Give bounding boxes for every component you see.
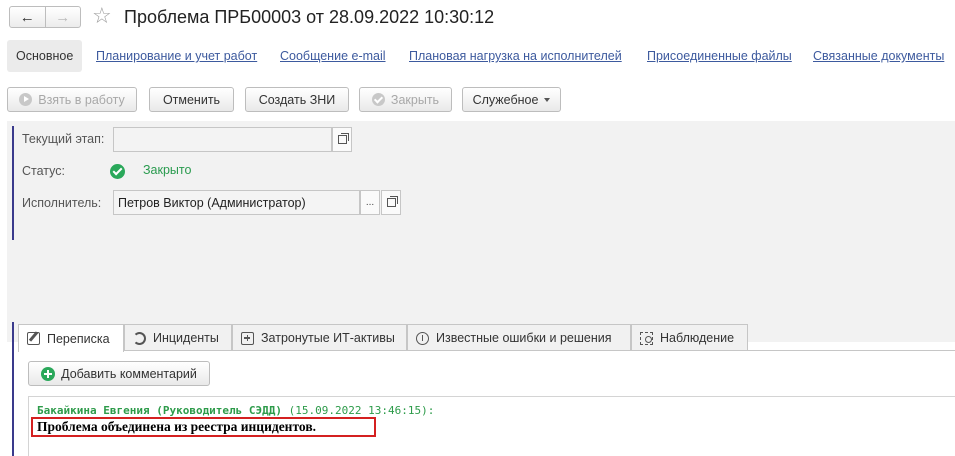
status-check-icon	[110, 164, 125, 179]
cycle-icon	[133, 331, 146, 345]
status-label: Статус:	[22, 164, 65, 178]
take-to-work-button[interactable]: Взять в работу	[7, 87, 137, 112]
forward-arrow-icon[interactable]: →	[46, 7, 81, 27]
favorite-star-icon[interactable]: ☆	[92, 4, 112, 28]
form-tabs: Основное Планирование и учет работ Сообщ…	[7, 40, 955, 72]
open-icon	[337, 133, 349, 144]
edit-icon	[27, 332, 40, 345]
tab-observation[interactable]: Наблюдение	[631, 324, 748, 351]
open-icon	[386, 196, 398, 207]
assignee-field[interactable]: Петров Виктор (Администратор)	[113, 190, 360, 215]
take-to-work-label: Взять в работу	[38, 92, 125, 107]
tab-email-message[interactable]: Сообщение e-mail	[280, 49, 386, 63]
assignee-open-button[interactable]	[381, 190, 401, 215]
status-value: Закрыто	[143, 163, 192, 177]
form-group-accent	[12, 126, 14, 240]
create-zni-button[interactable]: Создать ЗНИ	[245, 87, 349, 112]
add-comment-label: Добавить комментарий	[61, 366, 197, 381]
tab-planned-load[interactable]: Плановая нагрузка на исполнителей	[409, 49, 622, 63]
close-button[interactable]: Закрыть	[359, 87, 452, 112]
tab-observation-label: Наблюдение	[660, 331, 735, 345]
tab-correspondence-label: Переписка	[47, 331, 110, 346]
plus-box-icon	[241, 331, 254, 345]
observation-icon	[640, 331, 653, 345]
service-menu-button[interactable]: Служебное	[462, 87, 561, 112]
tab-affected-it-assets-label: Затронутые ИТ-активы	[261, 331, 395, 345]
comment-date: (15.09.2022 13:46:15):	[288, 404, 435, 417]
play-icon	[19, 93, 33, 106]
tabs-divider	[124, 350, 955, 351]
tab-correspondence[interactable]: Переписка	[18, 324, 124, 352]
stage-open-button[interactable]	[332, 127, 352, 152]
tab-known-errors[interactable]: Известные ошибки и решения	[407, 324, 631, 351]
check-icon	[371, 93, 385, 106]
tab-known-errors-label: Известные ошибки и решения	[436, 331, 612, 345]
add-icon	[41, 366, 56, 381]
tab-related-documents[interactable]: Связанные документы	[813, 49, 944, 63]
page-title: Проблема ПРБ00003 от 28.09.2022 10:30:12	[124, 7, 495, 27]
assignee-label: Исполнитель:	[22, 196, 102, 210]
comment-author: Бакайкина Евгения (Руководитель СЭДД)	[37, 404, 283, 417]
add-comment-button[interactable]: Добавить комментарий	[28, 361, 210, 386]
close-label: Закрыть	[390, 92, 440, 107]
form-panel	[7, 121, 955, 342]
info-icon	[416, 331, 429, 345]
stage-label: Текущий этап:	[22, 132, 105, 146]
cancel-button[interactable]: Отменить	[149, 87, 234, 112]
comment-header: Бакайкина Евгения (Руководитель СЭДД) (1…	[37, 404, 434, 417]
tab-incidents[interactable]: Инциденты	[124, 324, 232, 351]
comment-text: Проблема объединена из реестра инциденто…	[37, 419, 316, 434]
bottom-group-accent	[12, 322, 14, 456]
title-bar: ← → ☆ Проблема ПРБ00003 от 28.09.2022 10…	[0, 0, 955, 36]
tab-attached-files[interactable]: Присоединенные файлы	[647, 49, 792, 63]
back-arrow-icon[interactable]: ←	[10, 7, 46, 27]
navigation-buttons: ← →	[9, 6, 81, 28]
stage-field[interactable]	[113, 127, 332, 152]
tab-affected-it-assets[interactable]: Затронутые ИТ-активы	[232, 324, 407, 351]
tab-planning-work[interactable]: Планирование и учет работ	[96, 49, 257, 63]
assignee-select-button[interactable]: ...	[360, 190, 380, 215]
tab-main[interactable]: Основное	[7, 40, 83, 72]
service-label: Служебное	[472, 92, 539, 107]
tab-incidents-label: Инциденты	[153, 331, 219, 345]
chevron-down-icon	[544, 97, 551, 102]
